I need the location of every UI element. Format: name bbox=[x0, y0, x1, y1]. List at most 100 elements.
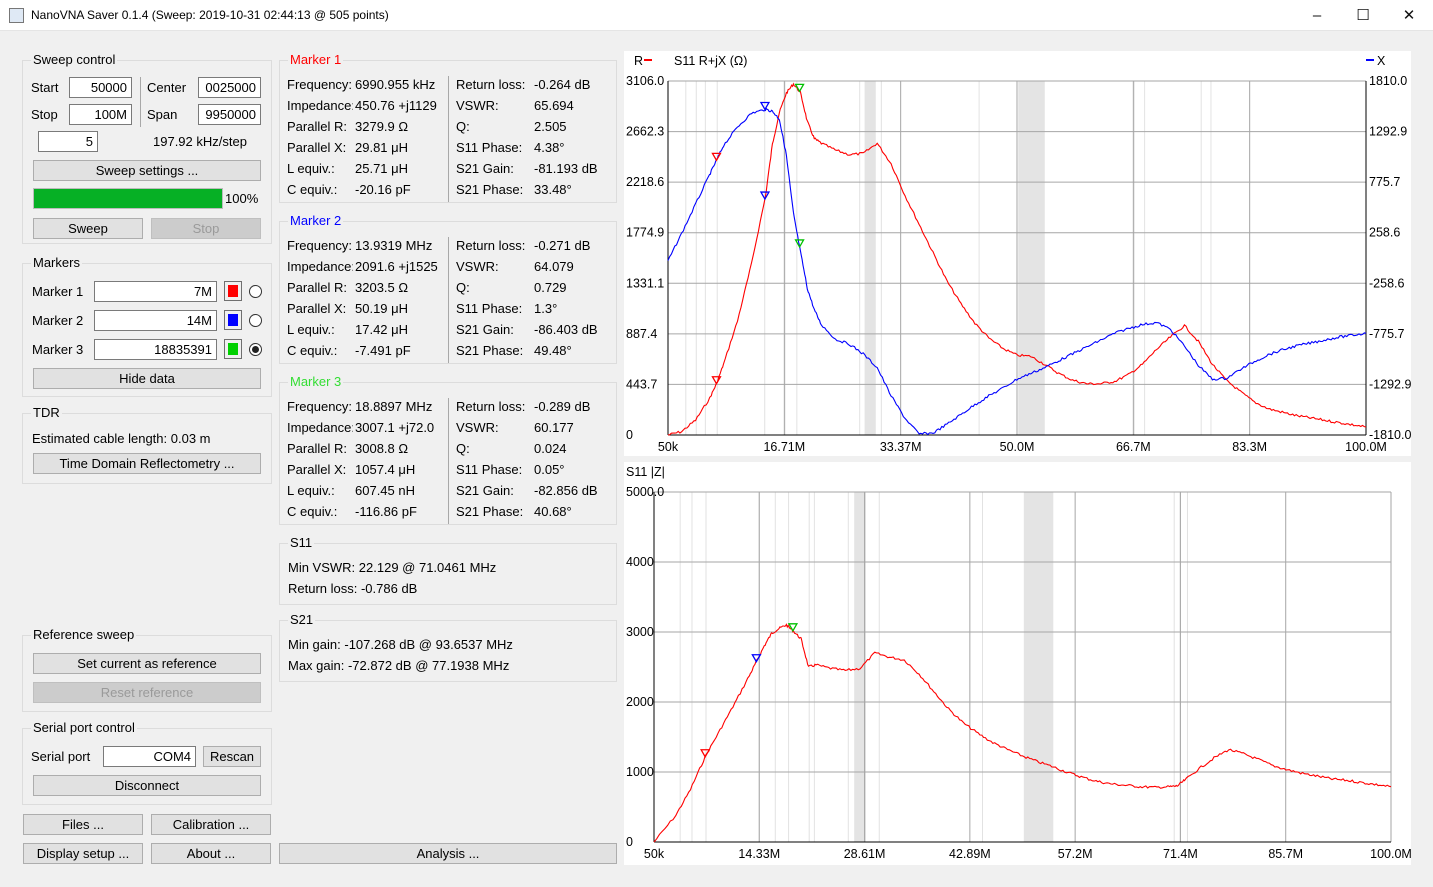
markers-title: Markers bbox=[31, 255, 82, 270]
marker-3-field-label: S11 Phase: bbox=[456, 462, 523, 477]
marker-2-field-value: 17.42 μH bbox=[355, 322, 409, 337]
calibration-button[interactable]: Calibration ... bbox=[151, 814, 271, 835]
marker-3-field-label: L equiv.: bbox=[287, 483, 335, 498]
segments-input[interactable]: 5 bbox=[38, 131, 98, 152]
maximize-button[interactable]: ☐ bbox=[1340, 0, 1386, 31]
serial-port-input[interactable]: COM4 bbox=[103, 746, 196, 767]
marker-3-field-value: 3008.8 Ω bbox=[355, 441, 409, 456]
marker-2-radio[interactable] bbox=[249, 314, 262, 327]
y-tick-label: 5000.0 bbox=[626, 485, 664, 499]
marker-3-color-swatch bbox=[228, 343, 238, 355]
marker-1-field-value: 25.71 μH bbox=[355, 161, 409, 176]
stop-label: Stop bbox=[31, 107, 58, 122]
marker-2-field-value: 64.079 bbox=[534, 259, 574, 274]
marker-1-label: Marker 1 bbox=[32, 284, 84, 299]
rjx-chart: 50k 16.71M 33.37M 50.0M 66.7M 83.3M 100.0M 3106… bbox=[624, 51, 1411, 456]
y-right-tick-label: -1810.0 bbox=[1369, 428, 1411, 442]
marker-2-field-value: 49.48° bbox=[534, 343, 572, 358]
marker-3-frequency-input[interactable]: 18835391 bbox=[94, 339, 217, 360]
stop-button[interactable]: Stop bbox=[151, 218, 261, 239]
marker-3-field-value: 1057.4 μH bbox=[355, 462, 416, 477]
marker-3-color-button[interactable] bbox=[224, 339, 242, 359]
marker-3-field-value: -82.856 dB bbox=[534, 483, 598, 498]
x-tick-label: 66.7M bbox=[1116, 440, 1151, 454]
marker-1-divider bbox=[448, 76, 449, 202]
marker-2-field-value: -0.271 dB bbox=[534, 238, 591, 253]
s21-min-gain: Min gain: -107.268 dB @ 93.6537 MHz bbox=[288, 637, 513, 652]
files-button[interactable]: Files ... bbox=[23, 814, 143, 835]
marker-3-field-label: Return loss: bbox=[456, 399, 526, 414]
marker-1-radio[interactable] bbox=[249, 285, 262, 298]
set-reference-button[interactable]: Set current as reference bbox=[33, 653, 261, 674]
tdr-button[interactable]: Time Domain Reflectometry ... bbox=[33, 453, 261, 474]
sweep-button[interactable]: Sweep bbox=[33, 218, 143, 239]
marker-2-field-label: Frequency: bbox=[287, 238, 353, 253]
marker-2-frequency-input[interactable]: 14M bbox=[94, 310, 217, 331]
marker-1-field-label: S21 Gain: bbox=[456, 161, 514, 176]
x-tick-label: 42.89M bbox=[949, 847, 991, 861]
marker-1-field-value: -81.193 dB bbox=[534, 161, 598, 176]
marker-2-label: Marker 2 bbox=[32, 313, 84, 328]
marker-2-color-button[interactable] bbox=[224, 310, 242, 330]
step-size-text: 197.92 kHz/step bbox=[153, 134, 247, 149]
marker-3-field-value: -116.86 pF bbox=[355, 504, 417, 519]
marker-3-field-value: 40.68° bbox=[534, 504, 572, 519]
y-tick-label: 0 bbox=[626, 428, 633, 442]
marker-2-details-title: Marker 2 bbox=[288, 213, 344, 228]
x-tick-label: 28.61M bbox=[844, 847, 886, 861]
shaded-band bbox=[1018, 81, 1045, 435]
display-setup-button[interactable]: Display setup ... bbox=[23, 843, 143, 864]
marker-2-field-label: C equiv.: bbox=[287, 343, 338, 358]
marker-3-field-value: 607.45 nH bbox=[355, 483, 415, 498]
marker-1-field-value: 3279.9 Ω bbox=[355, 119, 409, 134]
marker-3-radio[interactable] bbox=[249, 343, 262, 356]
minimize-button[interactable]: – bbox=[1294, 0, 1340, 31]
marker-1-frequency-input[interactable]: 7M bbox=[94, 281, 217, 302]
marker-1-color-button[interactable] bbox=[224, 281, 242, 301]
y-tick-label: 0 bbox=[626, 835, 633, 849]
disconnect-button[interactable]: Disconnect bbox=[33, 775, 261, 796]
marker-2-field-label: S21 Phase: bbox=[456, 343, 524, 358]
marker-2-field-label: Impedance: bbox=[287, 259, 353, 274]
marker-2-field-label: Q: bbox=[456, 280, 470, 295]
marker-1-field-label: S21 Phase: bbox=[456, 182, 524, 197]
app-icon bbox=[9, 8, 24, 23]
close-button[interactable]: ✕ bbox=[1386, 0, 1432, 31]
marker-2-field-label: Parallel X: bbox=[287, 301, 347, 316]
y-right-tick-label: -258.6 bbox=[1369, 276, 1404, 290]
rescan-button[interactable]: Rescan bbox=[203, 746, 261, 767]
s21-max-gain: Max gain: -72.872 dB @ 77.1938 MHz bbox=[288, 658, 510, 673]
marker-3-field-label: Q: bbox=[456, 441, 470, 456]
start-input[interactable]: 50000 bbox=[69, 77, 132, 98]
legend-label-r: R bbox=[634, 54, 643, 68]
marker-3-label: Marker 3 bbox=[32, 342, 84, 357]
impedance-chart: 50k 14.33M 28.61M 42.89M 57.2M 71.4M 85.7M 100.… bbox=[624, 462, 1412, 865]
marker-1-field-label: Parallel R: bbox=[287, 119, 347, 134]
marker-2-color-swatch bbox=[228, 314, 238, 326]
marker-triangle bbox=[700, 749, 711, 759]
marker-1-field-value: 65.694 bbox=[534, 98, 574, 113]
marker-3-field-label: Parallel R: bbox=[287, 441, 347, 456]
shaded-band bbox=[864, 81, 876, 435]
y-tick-label: 1774.9 bbox=[626, 226, 664, 240]
span-input[interactable]: 9950000 bbox=[198, 104, 261, 125]
stop-input[interactable]: 100M bbox=[69, 104, 132, 125]
serial-port-title: Serial port control bbox=[31, 720, 137, 735]
center-input[interactable]: 0025000 bbox=[198, 77, 261, 98]
chart-title: S11 R+jX (Ω) bbox=[674, 54, 747, 68]
analysis-button[interactable]: Analysis ... bbox=[279, 843, 617, 864]
y-right-tick-label: 1292.9 bbox=[1369, 125, 1407, 139]
x-tick-label: 33.37M bbox=[880, 440, 922, 454]
reset-reference-button[interactable]: Reset reference bbox=[33, 682, 261, 703]
x-tick-label: 14.33M bbox=[738, 847, 780, 861]
sweep-settings-button[interactable]: Sweep settings ... bbox=[33, 160, 261, 181]
s11-return-loss: Return loss: -0.786 dB bbox=[288, 581, 418, 596]
y-right-tick-label: 258.6 bbox=[1369, 226, 1400, 240]
marker-3-field-label: Parallel X: bbox=[287, 462, 347, 477]
marker-1-field-value: 4.38° bbox=[534, 140, 565, 155]
marker-3-field-label: VSWR: bbox=[456, 420, 499, 435]
hide-data-button[interactable]: Hide data bbox=[33, 368, 261, 389]
marker-3-field-value: -0.289 dB bbox=[534, 399, 591, 414]
marker-1-field-label: C equiv.: bbox=[287, 182, 338, 197]
about-button[interactable]: About ... bbox=[151, 843, 271, 864]
